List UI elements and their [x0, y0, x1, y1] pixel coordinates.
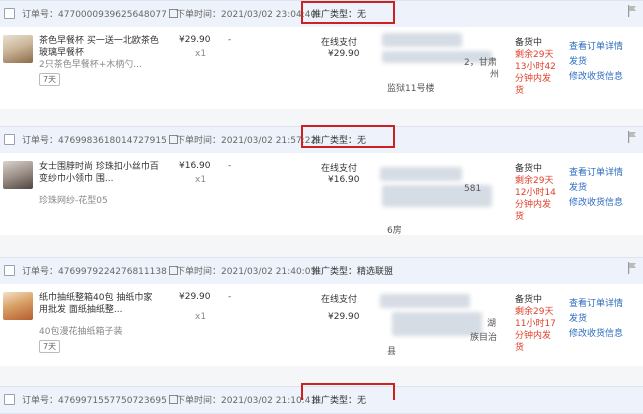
return-tag: 7天 — [39, 73, 61, 86]
product-sku: 40包漫花抽纸箱子装 — [39, 327, 123, 337]
address-blurred — [380, 167, 462, 181]
payment-method: 在线支付 — [321, 164, 358, 174]
quantity: x1 — [195, 312, 207, 322]
edit-address-link[interactable]: 修改收货信息 — [569, 195, 623, 208]
ship-countdown: 剩余29天12小时14分钟内发货 — [515, 176, 556, 222]
order-number: 订单号：4770000939625648077 — [22, 7, 178, 20]
edit-address-link[interactable]: 修改收货信息 — [569, 69, 623, 82]
product-title[interactable]: 纸巾抽纸整箱40包 抽纸巾家用批发 面纸抽纸整... — [39, 292, 159, 316]
order-status: 备货中 — [515, 164, 543, 174]
order-checkbox[interactable] — [4, 8, 15, 19]
order-status: 备货中 — [515, 38, 543, 48]
ship-link[interactable]: 发货 — [569, 311, 587, 324]
ship-link[interactable]: 发货 — [569, 54, 587, 67]
product-image[interactable] — [3, 292, 33, 320]
quantity: x1 — [195, 175, 207, 185]
product-sku: 珍珠网纱-花型05 — [39, 196, 108, 206]
view-order-detail-link[interactable]: 查看订单详情 — [569, 296, 623, 309]
after-sale-status: - — [228, 292, 232, 302]
order-checkbox[interactable] — [4, 134, 15, 145]
order-time: 下单时间：2021/03/02 21:57:22 — [176, 136, 317, 146]
unit-price: ¥29.90 — [179, 35, 211, 45]
order-status: 备货中 — [515, 295, 543, 305]
edit-address-link[interactable]: 修改收货信息 — [569, 326, 623, 339]
ship-countdown: 剩余29天11小时17分钟内发货 — [515, 307, 556, 353]
quantity: x1 — [195, 49, 207, 59]
after-sale-status: - — [228, 161, 232, 171]
flag-icon[interactable] — [627, 131, 637, 143]
address-blurred — [380, 294, 470, 308]
order-time: 下单时间：2021/03/02 23:04:40 — [176, 10, 317, 20]
promo-type: 推广类型：精选联盟 — [312, 267, 394, 277]
address-fragment: 县 — [387, 347, 397, 357]
return-tag: 7天 — [39, 340, 61, 353]
order-number: 订单号：4769983618014727915 — [22, 133, 178, 146]
product-sku: 2只茶色早餐杯+木柄勺... — [39, 60, 142, 70]
order-checkbox[interactable] — [4, 265, 15, 276]
order-total: ¥29.90 — [328, 312, 360, 322]
address-fragment: 州 — [490, 70, 500, 80]
product-title[interactable]: 茶色早餐杯 买一送一北欧茶色玻璃早餐杯 — [39, 35, 159, 59]
order-separator — [0, 109, 643, 126]
order-row: 茶色早餐杯 买一送一北欧茶色玻璃早餐杯 2只茶色早餐杯+木柄勺... 7天 ¥2… — [0, 27, 643, 109]
product-title[interactable]: 女士围脖时尚 珍珠扣小丝巾百变纱巾小领巾 围... — [39, 161, 159, 185]
payment-method: 在线支付 — [321, 295, 358, 305]
order-separator — [0, 235, 643, 257]
product-image[interactable] — [3, 161, 33, 189]
product-image[interactable] — [3, 35, 33, 63]
order-total: ¥29.90 — [328, 49, 360, 59]
order-row: 纸巾抽纸整箱40包 抽纸巾家用批发 面纸抽纸整... 40包漫花抽纸箱子装 7天… — [0, 284, 643, 366]
address-fragment: 监狱11号楼 — [387, 84, 435, 94]
order-number: 订单号：4769979224276811138 — [22, 264, 178, 277]
view-order-detail-link[interactable]: 查看订单详情 — [569, 165, 623, 178]
address-fragment: 581 — [464, 184, 482, 194]
address-fragment: 湖 — [487, 319, 497, 329]
order-header: 订单号：4769979224276811138 下单时间：2021/03/02 … — [0, 257, 643, 285]
payment-method: 在线支付 — [321, 38, 358, 48]
ship-link[interactable]: 发货 — [569, 180, 587, 193]
unit-price: ¥16.90 — [179, 161, 211, 171]
order-total: ¥16.90 — [328, 175, 360, 185]
order-row: 女士围脖时尚 珍珠扣小丝巾百变纱巾小领巾 围... 珍珠网纱-花型05 ¥16.… — [0, 153, 643, 236]
promo-highlight-box — [301, 383, 395, 400]
address-fragment: 族目治 — [470, 333, 498, 343]
ship-countdown: 剩余29天13小时42分钟内发货 — [515, 50, 556, 96]
unit-price: ¥29.90 — [179, 292, 211, 302]
flag-icon[interactable] — [627, 262, 637, 274]
address-blurred — [382, 33, 462, 47]
order-time: 下单时间：2021/03/02 21:40:05 — [176, 267, 317, 277]
after-sale-status: - — [228, 35, 232, 45]
promo-highlight-box — [301, 1, 395, 24]
flag-icon[interactable] — [627, 5, 637, 17]
address-blurred — [392, 312, 482, 336]
promo-highlight-box — [301, 125, 395, 148]
view-order-detail-link[interactable]: 查看订单详情 — [569, 39, 623, 52]
